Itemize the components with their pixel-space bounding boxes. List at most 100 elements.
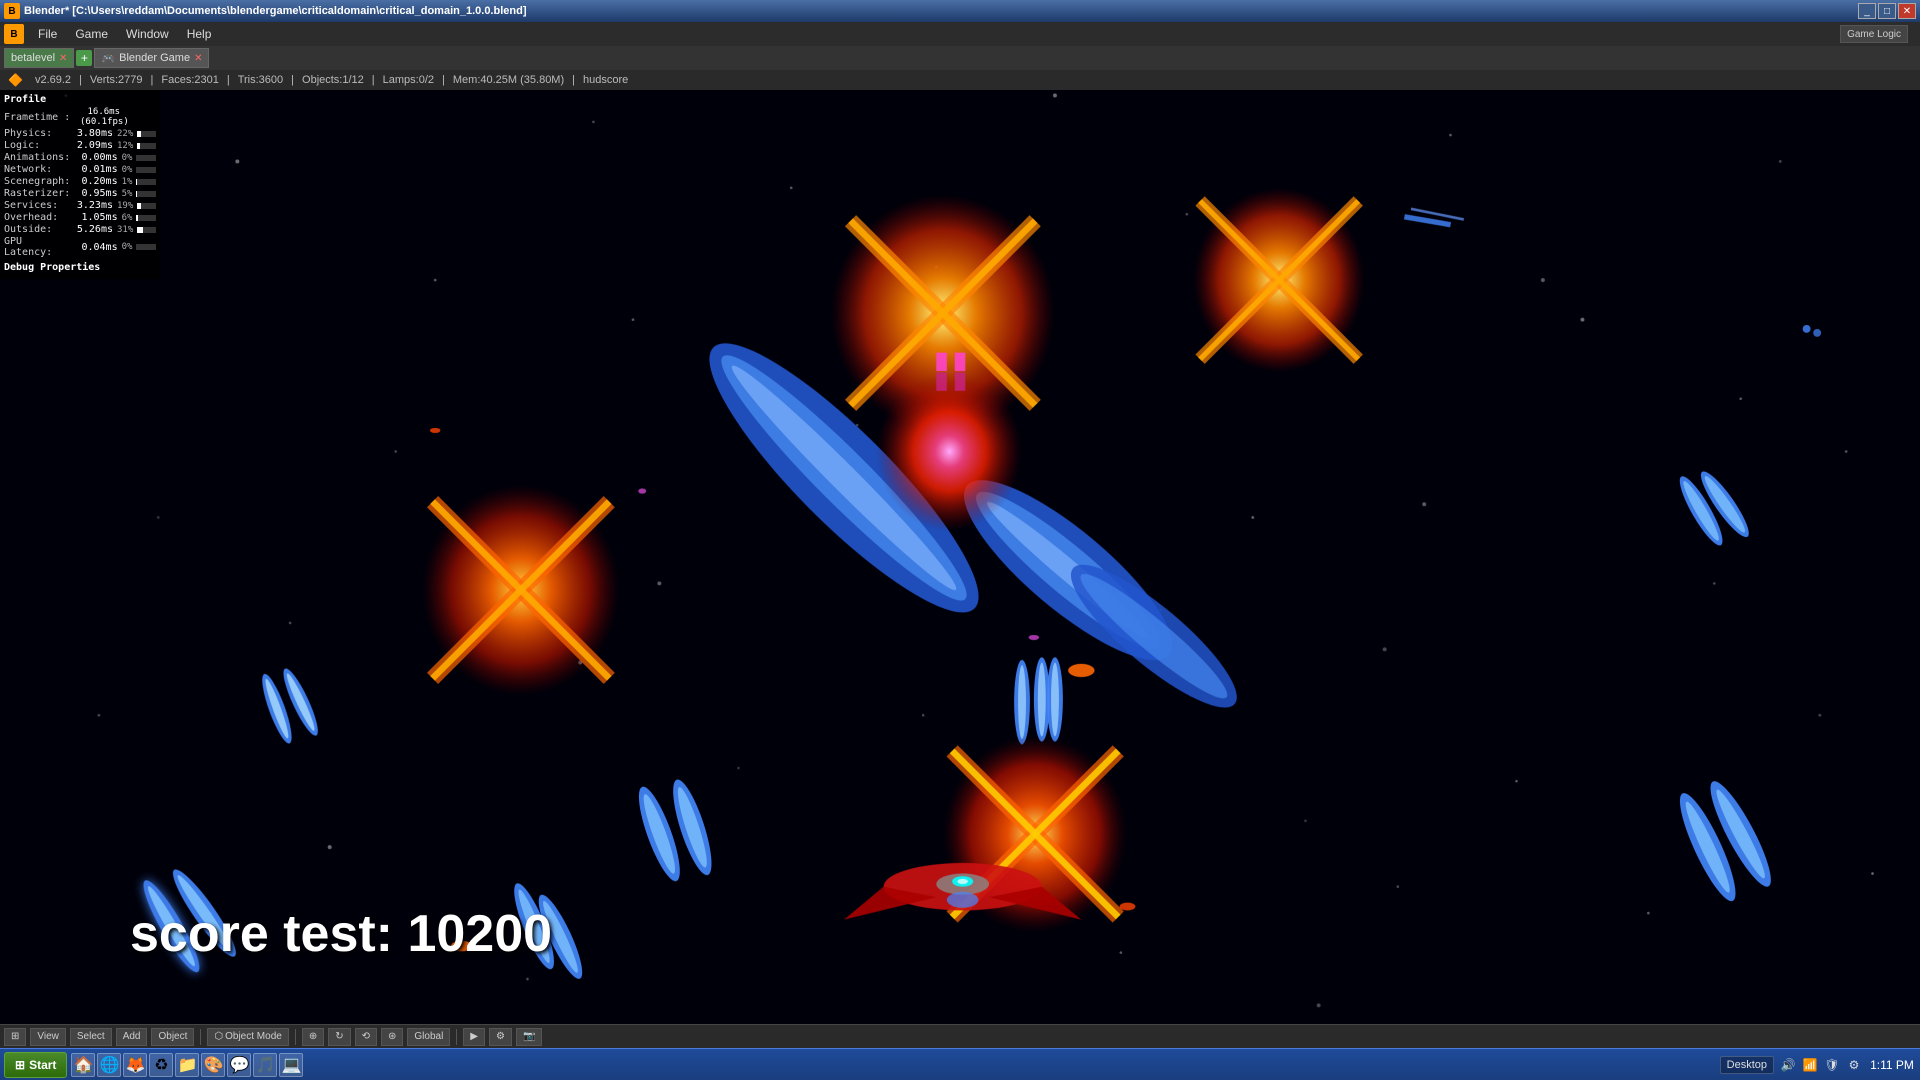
separator-2 [295,1029,296,1045]
taskbar-app-terminal[interactable]: 💻 [279,1053,303,1077]
profile-scenegraph: Scenegraph: 0.20ms 1% [4,176,156,187]
add-tab-btn[interactable]: + [76,50,92,66]
profile-physics: Physics: 3.80ms 22% [4,128,156,139]
transform-space[interactable]: Global [407,1028,450,1046]
tris-label: Tris:3600 [238,74,283,86]
tab-bar: betalevel ✕ + 🎮 Blender Game ✕ [0,46,1920,70]
profile-animations: Animations: 0.00ms 0% [4,152,156,163]
taskbar-app-media[interactable]: 🎵 [253,1053,277,1077]
title-bar: B Blender* [C:\Users\reddam\Documents\bl… [0,0,1920,22]
menu-game[interactable]: Game [67,25,116,43]
add-menu[interactable]: Add [116,1028,148,1046]
profile-title: Profile [4,94,156,105]
profile-services: Services: 3.23ms 19% [4,200,156,211]
blender-icon: B [4,3,20,19]
system-icon[interactable]: ⚙ [1846,1057,1862,1073]
start-label: Start [29,1058,56,1072]
enemy-small-4 [1068,664,1094,677]
profile-overhead: Overhead: 1.05ms 6% [4,212,156,223]
bottom-toolbar: ⊞ View Select Add Object ⬡ Object Mode ⊕… [0,1024,1920,1048]
profile-rasterizer: Rasterizer: 0.95ms 5% [4,188,156,199]
menu-file[interactable]: File [30,25,65,43]
score-display: score test: 10200 [130,904,552,964]
mode-icon: ⬡ [214,1031,223,1042]
start-button[interactable]: ⊞ Start [4,1052,67,1078]
tab-blender-game[interactable]: 🎮 Blender Game ✕ [94,48,209,68]
speaker-icon[interactable]: 🔊 [1780,1057,1796,1073]
mode-selector-bottom[interactable]: ⬡ Object Mode [207,1028,288,1046]
play-btn[interactable]: ▶ [463,1028,485,1046]
window-controls: _ □ ✕ [1858,3,1916,19]
taskbar-app-folder[interactable]: 📁 [175,1053,199,1077]
explosion-4 [877,372,1022,530]
taskbar: ⊞ Start 🏠 🌐 🦊 ♻ 📁 🎨 💬 🎵 💻 Desktop 🔊 📶 🛡 … [0,1048,1920,1080]
snap-btn[interactable]: ⊕ [302,1028,324,1046]
game-viewport: Profile Frametime : 16.6ms (60.1fps) Phy… [0,90,1920,1024]
game-scene-svg [0,90,1920,1024]
tab-betalevel[interactable]: betalevel ✕ [4,48,74,68]
taskbar-app-home[interactable]: 🏠 [71,1053,95,1077]
taskbar-right: Desktop 🔊 📶 🛡 ⚙ 1:11 PM [1720,1056,1916,1074]
profile-frametime: Frametime : 16.6ms (60.1fps) [4,107,156,127]
enemy-small-1 [430,428,441,433]
faces-label: Faces:2301 [161,74,218,86]
profile-outside: Outside: 5.26ms 31% [4,224,156,235]
tab-blender-close[interactable]: ✕ [194,53,202,64]
start-icon: ⊞ [15,1058,25,1072]
debug-properties-title: Debug Properties [4,262,156,273]
blue-bolt-vc1 [1014,660,1030,744]
window-title: Blender* [C:\Users\reddam\Documents\blen… [24,5,1858,17]
separator: | [151,74,154,86]
separator: | [442,74,445,86]
profile-gpu-latency: GPU Latency: 0.04ms 0% [4,236,156,258]
profile-panel: Profile Frametime : 16.6ms (60.1fps) Phy… [0,90,160,279]
enemy-small-2 [638,488,646,493]
mode-selector[interactable]: Game Logic [1840,25,1908,43]
blender-game-icon: 🎮 [101,52,115,65]
minimize-btn[interactable]: _ [1858,3,1876,19]
profile-network: Network: 0.01ms 0% [4,164,156,175]
taskbar-app-ie[interactable]: 🌐 [97,1053,121,1077]
separator: | [291,74,294,86]
manipulator-btn[interactable]: ⊛ [381,1028,403,1046]
maximize-btn[interactable]: □ [1878,3,1896,19]
lamps-label: Lamps:0/2 [383,74,434,86]
separator: | [79,74,82,86]
transform-btn[interactable]: ⟲ [355,1028,377,1046]
separator: | [372,74,375,86]
select-menu[interactable]: Select [70,1028,112,1046]
menu-bar: B File Game Window Help Game Logic [0,22,1920,46]
enemy-small-3 [1029,635,1040,640]
separator: | [227,74,230,86]
clock: 1:11 PM [1868,1058,1916,1072]
close-btn[interactable]: ✕ [1898,3,1916,19]
view-menu[interactable]: View [30,1028,66,1046]
menu-window[interactable]: Window [118,25,177,43]
tab-blender-game-label: Blender Game [119,52,190,64]
object-menu[interactable]: Object [151,1028,194,1046]
render-btn[interactable]: 📷 [516,1028,542,1046]
desktop-button[interactable]: Desktop [1720,1056,1774,1074]
tab-betalevel-label: betalevel [11,52,55,64]
blender-version-icon: 🔶 [8,73,23,87]
taskbar-app-blender[interactable]: 🎨 [201,1053,225,1077]
taskbar-app-firefox[interactable]: 🦊 [123,1053,147,1077]
separator: | [572,74,575,86]
taskbar-apps: 🏠 🌐 🦊 ♻ 📁 🎨 💬 🎵 💻 [71,1053,303,1077]
network-icon[interactable]: 📶 [1802,1057,1818,1073]
profile-logic: Logic: 2.09ms 12% [4,140,156,151]
script-label: hudscore [583,74,628,86]
separator-1 [200,1029,201,1045]
viewport-icon[interactable]: ⊞ [4,1028,26,1046]
menu-help[interactable]: Help [179,25,220,43]
tab-betalevel-close[interactable]: ✕ [59,53,67,64]
taskbar-app-recycle[interactable]: ♻ [149,1053,173,1077]
settings-btn[interactable]: ⚙ [489,1028,512,1046]
mode-label: Object Mode [225,1031,282,1042]
taskbar-app-messenger[interactable]: 💬 [227,1053,251,1077]
security-icon[interactable]: 🛡 [1824,1057,1840,1073]
mem-label: Mem:40.25M (35.80M) [453,74,564,86]
pivot-btn[interactable]: ↻ [328,1028,350,1046]
enemy-small-6 [1120,902,1136,910]
separator-3 [456,1029,457,1045]
